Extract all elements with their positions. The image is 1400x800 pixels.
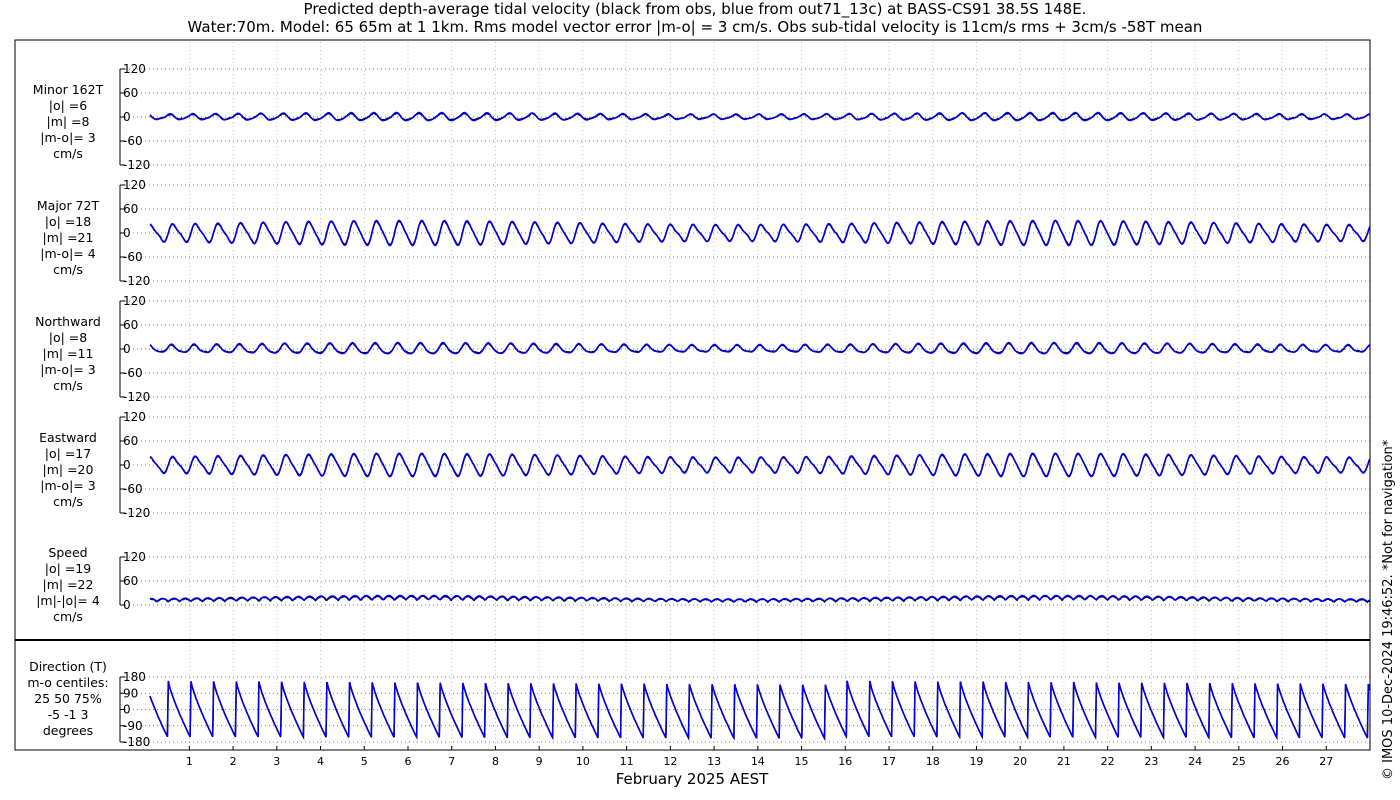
direction-y-tick-label: 90 (123, 686, 138, 700)
copyright-watermark: © IMOS 10-Dec-2024 19:46:52. *Not for na… (1381, 439, 1396, 780)
direction-y-tick-label: -180 (123, 735, 150, 749)
x-tick-label: 10 (576, 755, 590, 768)
x-tick-label: 1 (186, 755, 193, 768)
x-tick-label: 14 (751, 755, 765, 768)
north-y-tick-label: 0 (123, 342, 131, 356)
direction-y-tick-label: 0 (123, 703, 131, 717)
minor-panel-label: |m| =8 (47, 114, 90, 129)
major-y-tick-label: -60 (123, 250, 143, 264)
major-panel-label: |o| =18 (45, 214, 91, 229)
x-tick-label: 22 (1101, 755, 1115, 768)
north-y-tick-label: 120 (123, 294, 146, 308)
x-tick-label: 27 (1319, 755, 1333, 768)
x-tick-label: 12 (663, 755, 677, 768)
minor-panel-label: |o| =6 (49, 98, 88, 113)
direction-y-tick-label: -90 (123, 719, 143, 733)
speed-panel-label: cm/s (53, 609, 83, 624)
east-panel-label: |m| =20 (43, 462, 94, 477)
minor-y-tick-label: -60 (123, 134, 143, 148)
east-y-tick-label: 60 (123, 434, 138, 448)
minor-y-tick-label: 60 (123, 86, 138, 100)
speed-panel-label: |o| =19 (45, 561, 91, 576)
x-tick-label: 3 (273, 755, 280, 768)
x-tick-label: 23 (1144, 755, 1158, 768)
upper-frame (14, 39, 1371, 641)
major-panel-label: Major 72T (37, 198, 100, 213)
minor-panel-label: |m-o|= 3 (40, 130, 95, 145)
x-tick-label: 6 (404, 755, 411, 768)
x-tick-label: 13 (707, 755, 721, 768)
x-tick-label: 15 (795, 755, 809, 768)
x-tick-label: 16 (838, 755, 852, 768)
speed-panel-label: Speed (48, 545, 87, 560)
direction-panel-label: Direction (T) (29, 659, 107, 674)
axis-layer: 1 2 3 4 5 6 7 8 9 10 11 12 13 14 15 16 17 18 19 20 21 22 23 24 2… (14, 39, 1371, 768)
major-y-tick-label: 120 (123, 178, 146, 192)
north-model-line (149, 341, 1371, 355)
x-tick-label: 20 (1013, 755, 1027, 768)
north-panel-label: |m-o|= 3 (40, 362, 95, 377)
x-tick-label: 5 (361, 755, 368, 768)
direction-y-tick-label: 180 (123, 670, 146, 684)
tidal-velocity-chart: 1 2 3 4 5 6 7 8 9 10 11 12 13 14 15 16 17 18 19 20 21 22 23 24 2… (14, 39, 1371, 788)
minor-y-tick-label: 0 (123, 110, 131, 124)
north-y-tick-label: -120 (123, 390, 150, 404)
x-tick-label: 7 (448, 755, 455, 768)
x-tick-label: 18 (926, 755, 940, 768)
series-layer (149, 111, 1371, 742)
east-panel-label: |m-o|= 3 (40, 478, 95, 493)
x-tick-label: 9 (536, 755, 543, 768)
minor-panel-label: cm/s (53, 146, 83, 161)
major-panel-label: cm/s (53, 262, 83, 277)
speed-y-tick-label: 60 (123, 574, 138, 588)
north-panel-label: |o| =8 (49, 330, 88, 345)
x-tick-label: 21 (1057, 755, 1071, 768)
direction-panel-label: m-o centiles: (27, 675, 108, 690)
north-y-tick-label: 60 (123, 318, 138, 332)
east-panel-label: cm/s (53, 494, 83, 509)
x-axis-label: February 2025 AEST (616, 770, 769, 788)
north-panel-label: Northward (35, 314, 101, 329)
speed-y-tick-label: 0 (123, 598, 131, 612)
x-tick-label: 2 (230, 755, 237, 768)
direction-panel-label: -5 -1 3 (48, 707, 89, 722)
east-panel-label: Eastward (39, 430, 97, 445)
major-y-tick-label: -120 (123, 274, 150, 288)
x-tick-label: 19 (969, 755, 983, 768)
minor-model-line (149, 111, 1370, 122)
major-panel-label: |m-o|= 4 (40, 246, 95, 261)
major-y-tick-label: 0 (123, 226, 131, 240)
speed-panel-label: |m|-|o|= 4 (36, 593, 100, 608)
x-tick-label: 4 (317, 755, 324, 768)
speed-model-line (149, 594, 1371, 603)
east-y-tick-label: -120 (123, 506, 150, 520)
x-tick-label: 8 (492, 755, 499, 768)
x-tick-label: 11 (620, 755, 634, 768)
major-y-tick-label: 60 (123, 202, 138, 216)
north-panel-label: cm/s (53, 378, 83, 393)
direction-panel-label: 25 50 75% (34, 691, 102, 706)
grid-layer (125, 42, 1370, 748)
north-y-tick-label: -60 (123, 366, 143, 380)
direction-panel-label: degrees (43, 723, 93, 738)
x-tick-label: 25 (1232, 755, 1246, 768)
x-tick-label: 24 (1188, 755, 1202, 768)
east-y-tick-label: -60 (123, 482, 143, 496)
east-y-tick-label: 0 (123, 458, 131, 472)
major-panel-label: |m| =21 (43, 230, 94, 245)
speed-panel-label: |m| =22 (43, 577, 94, 592)
north-panel-label: |m| =11 (43, 346, 94, 361)
speed-y-tick-label: 120 (123, 550, 146, 564)
x-tick-label: 26 (1276, 755, 1290, 768)
east-y-tick-label: 120 (123, 410, 146, 424)
east-panel-label: |o| =17 (45, 446, 91, 461)
minor-y-tick-label: 120 (123, 62, 146, 76)
minor-y-tick-label: -120 (123, 158, 150, 172)
minor-panel-label: Minor 162T (33, 82, 104, 97)
x-tick-label: 17 (882, 755, 896, 768)
